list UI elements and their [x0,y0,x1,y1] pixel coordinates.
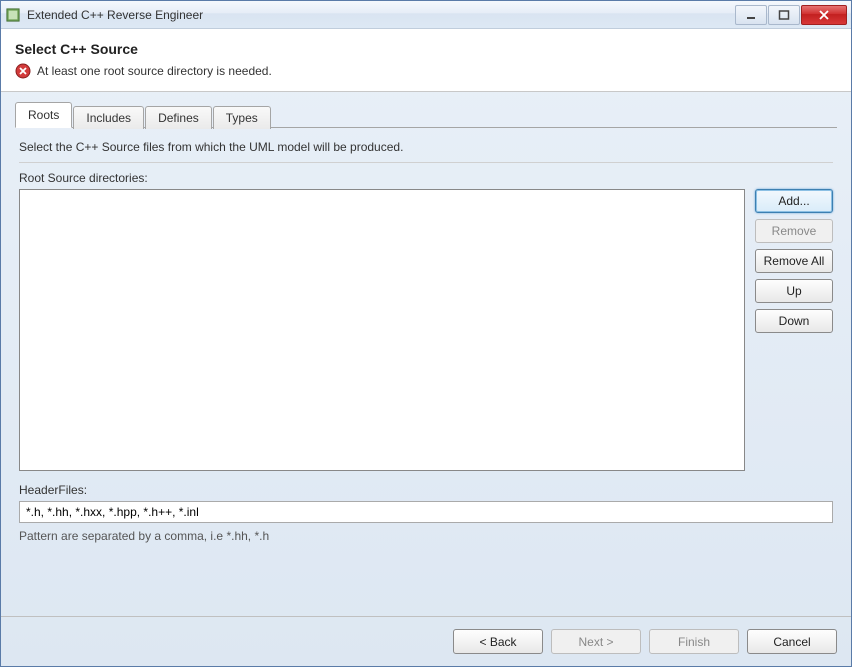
root-directories-list[interactable] [19,189,745,471]
up-button[interactable]: Up [755,279,833,303]
error-icon [15,63,31,79]
remove-all-button[interactable]: Remove All [755,249,833,273]
wizard-header: Select C++ Source At least one root sour… [1,29,851,92]
next-button: Next > [551,629,641,654]
headerfiles-section: HeaderFiles: Pattern are separated by a … [19,483,833,543]
window-title: Extended C++ Reverse Engineer [27,8,734,22]
list-row: Add... Remove Remove All Up Down [19,189,833,471]
headerfiles-input[interactable] [19,501,833,523]
tab-roots[interactable]: Roots [15,102,72,128]
pattern-hint: Pattern are separated by a comma, i.e *.… [19,529,833,543]
wizard-footer: < Back Next > Finish Cancel [1,616,851,666]
finish-button: Finish [649,629,739,654]
content-area: Roots Includes Defines Types Select the … [1,92,851,616]
root-directories-label: Root Source directories: [19,171,833,185]
dialog-window: Extended C++ Reverse Engineer Select C++… [0,0,852,667]
headerfiles-label: HeaderFiles: [19,483,833,497]
tab-includes[interactable]: Includes [73,106,144,129]
down-button[interactable]: Down [755,309,833,333]
tab-description: Select the C++ Source files from which t… [19,136,833,163]
roots-tab-content: Select the C++ Source files from which t… [15,128,837,616]
spacer [19,543,833,612]
tab-bar: Roots Includes Defines Types [15,102,837,128]
error-text: At least one root source directory is ne… [37,64,272,78]
minimize-button[interactable] [735,5,767,25]
titlebar: Extended C++ Reverse Engineer [1,1,851,29]
maximize-button[interactable] [768,5,800,25]
remove-button: Remove [755,219,833,243]
close-button[interactable] [801,5,847,25]
tab-types[interactable]: Types [213,106,271,129]
back-button[interactable]: < Back [453,629,543,654]
cancel-button[interactable]: Cancel [747,629,837,654]
page-title: Select C++ Source [15,41,837,57]
app-icon [5,7,21,23]
error-message-row: At least one root source directory is ne… [15,63,837,79]
tab-defines[interactable]: Defines [145,106,212,129]
window-controls [734,5,847,25]
list-buttons: Add... Remove Remove All Up Down [755,189,833,471]
add-button[interactable]: Add... [755,189,833,213]
